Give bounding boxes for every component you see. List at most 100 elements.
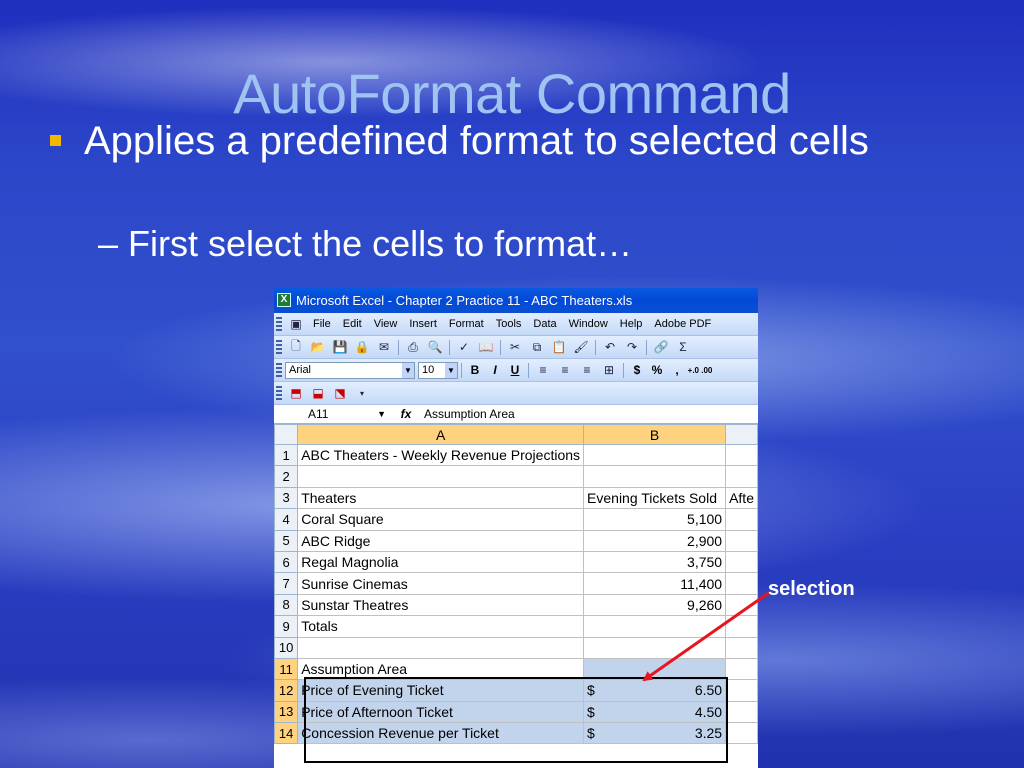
cell-c[interactable] [725,465,758,488]
cell-b[interactable] [583,657,727,681]
cell-b[interactable]: $3.25 [583,722,727,745]
formula-input[interactable]: Assumption Area [424,407,515,421]
cell-b[interactable] [583,615,727,638]
cell-a[interactable]: Sunrise Cinemas [297,572,585,595]
underline-button[interactable]: U [505,363,525,377]
font-size-select[interactable]: 10 ▼ [418,361,458,379]
menu-help[interactable]: Help [614,318,649,330]
email-icon[interactable]: ✉ [375,338,393,356]
workbook-icon[interactable]: ▣ [287,315,305,333]
cell-c[interactable] [725,443,758,467]
merge-center-icon[interactable]: ⊞ [600,361,618,379]
print-icon[interactable]: ⎙ [404,338,422,356]
cell-b[interactable]: 2,900 [583,529,727,552]
copy-icon[interactable]: ⧉ [528,338,546,356]
cell-c[interactable] [725,722,758,745]
paste-icon[interactable]: 📋 [550,338,568,356]
row-header[interactable]: 3 [274,486,299,510]
row-header[interactable]: 4 [274,508,299,531]
row-header[interactable]: 9 [274,615,299,638]
cell-c[interactable] [725,700,758,724]
undo-icon[interactable]: ↶ [601,338,619,356]
row-header[interactable]: 5 [274,529,299,552]
cell-b[interactable] [583,465,727,488]
cell-b[interactable] [583,636,727,659]
chevron-down-icon[interactable]: ▼ [402,362,414,378]
format-painter-icon[interactable]: 🖌 [572,338,590,356]
italic-button[interactable]: I [485,363,505,377]
cell-b[interactable]: $4.50 [583,700,727,724]
cell-a[interactable]: Price of Afternoon Ticket [297,700,585,724]
cell-a[interactable]: ABC Ridge [297,529,585,552]
autosum-icon[interactable]: Σ [674,338,692,356]
hyperlink-icon[interactable]: 🔗 [652,338,670,356]
cell-a[interactable]: Coral Square [297,508,585,531]
cell-a[interactable]: Assumption Area [297,657,585,681]
cell-a[interactable]: Regal Magnolia [297,550,585,574]
pdf-review-icon[interactable]: ⬔ [331,384,349,402]
menu-insert[interactable]: Insert [403,318,443,330]
cell-b[interactable]: $6.50 [583,679,727,702]
row-header[interactable]: 1 [274,443,299,467]
cell-b[interactable]: 9,260 [583,593,727,617]
print-preview-icon[interactable]: 🔍 [426,338,444,356]
bold-button[interactable]: B [465,363,485,377]
currency-button[interactable]: $ [627,363,647,377]
cell-c[interactable] [725,636,758,659]
cell-b[interactable]: 11,400 [583,572,727,595]
cell-c[interactable] [725,508,758,531]
toolbar-grip-icon[interactable] [276,316,282,332]
convert-to-pdf-icon[interactable]: ⬒ [287,384,305,402]
cell-c[interactable] [725,615,758,638]
cell-c[interactable] [725,529,758,552]
cell-a[interactable] [297,636,585,659]
increase-decimal-button[interactable]: +.0 .00 [687,366,713,375]
menu-tools[interactable]: Tools [490,318,528,330]
row-header[interactable]: 14 [274,722,299,745]
pdf-email-icon[interactable]: ⬓ [309,384,327,402]
menu-file[interactable]: File [307,318,337,330]
row-header[interactable]: 13 [274,700,299,724]
menu-format[interactable]: Format [443,318,490,330]
row-header[interactable]: 8 [274,593,299,617]
cell-b[interactable]: 3,750 [583,550,727,574]
cell-b[interactable] [583,443,727,467]
cell-a[interactable]: ABC Theaters - Weekly Revenue Projection… [297,443,585,467]
toolbar-grip-icon[interactable] [276,385,282,401]
menu-window[interactable]: Window [563,318,614,330]
toolbar-grip-icon[interactable] [276,362,282,378]
align-left-icon[interactable]: ≡ [534,361,552,379]
menu-adobe-pdf[interactable]: Adobe PDF [648,318,717,330]
cell-c[interactable] [725,593,758,617]
research-icon[interactable]: 📖 [477,338,495,356]
column-header-b[interactable]: B [583,424,727,445]
new-icon[interactable]: 🗋 [287,338,305,356]
row-header[interactable]: 2 [274,465,299,488]
redo-icon[interactable]: ↷ [623,338,641,356]
cell-a[interactable]: Totals [297,615,585,638]
open-icon[interactable]: 📂 [309,338,327,356]
cell-a[interactable] [297,465,585,488]
percent-button[interactable]: % [647,363,667,377]
cut-icon[interactable]: ✂ [506,338,524,356]
row-header[interactable]: 12 [274,679,299,702]
cell-c[interactable] [725,572,758,595]
menu-data[interactable]: Data [527,318,562,330]
cell-c[interactable] [725,679,758,702]
name-box[interactable]: A11 ▼ [274,405,388,424]
cell-c[interactable] [725,550,758,574]
cell-b[interactable]: 5,100 [583,508,727,531]
cell-a[interactable]: Price of Evening Ticket [297,679,585,702]
toolbar-grip-icon[interactable] [276,339,282,355]
row-header[interactable]: 6 [274,550,299,574]
align-right-icon[interactable]: ≡ [578,361,596,379]
font-name-select[interactable]: Arial ▼ [285,361,415,379]
column-header-a[interactable]: A [297,424,585,445]
cell-c[interactable]: Afte [725,486,758,510]
save-icon[interactable]: 💾 [331,338,349,356]
cell-b[interactable]: Evening Tickets Sold [583,486,727,510]
comma-button[interactable]: , [667,363,687,377]
select-all-corner[interactable] [274,424,299,445]
cell-a[interactable]: Concession Revenue per Ticket [297,722,585,745]
cell-c[interactable] [725,657,758,681]
